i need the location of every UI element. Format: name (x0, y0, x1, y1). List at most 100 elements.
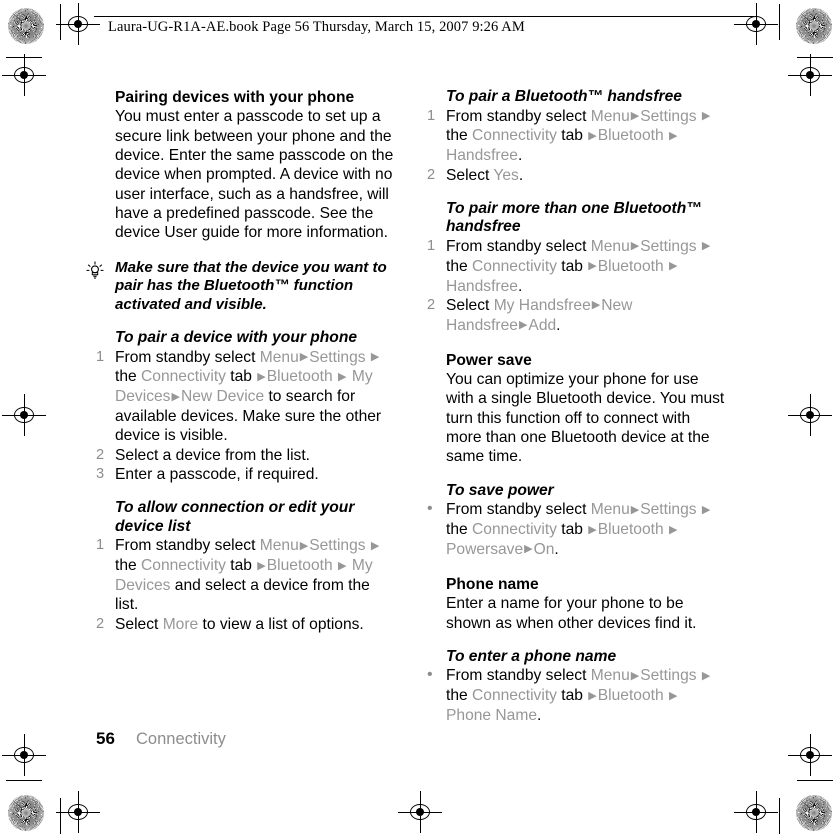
ui-path-term: Connectivity (141, 557, 226, 575)
ui-path-term: Settings (640, 667, 697, 685)
path-arrow-icon: ▶ (669, 523, 678, 536)
ui-path-term: Menu (259, 348, 299, 366)
procedure-step: 3 Enter a passcode, if required. (96, 465, 395, 484)
path-arrow-icon: ▶ (370, 351, 380, 364)
steps-to-allow-connection: 1 From standby select Menu▶Settings ▶ the… (96, 536, 395, 634)
registration-mark-left-upper (2, 54, 46, 96)
step-text: tab (556, 257, 588, 275)
registration-mark-left-lower (2, 734, 46, 776)
step-marker: 1 (427, 107, 436, 124)
steps-to-pair-bt-handsfree: 1 From standby select Menu▶Settings ▶ the… (427, 107, 726, 185)
step-text: tab (556, 521, 588, 539)
ui-path-term: Handsfree (446, 147, 518, 165)
procedure-step: 2 Select More to view a list of options. (96, 615, 395, 634)
registration-mark-top-right (734, 3, 778, 45)
registration-mark-bottom-left (56, 791, 100, 833)
ui-path-term: Bluetooth (266, 368, 333, 386)
ui-path-term: Add (528, 316, 557, 334)
step-text: . (517, 147, 523, 165)
page-number: 56 (96, 729, 115, 748)
body-power-save: You can optimize your phone for use with… (446, 371, 725, 466)
step-text: tab (556, 127, 588, 145)
ui-path-term: Settings (640, 501, 697, 519)
path-arrow-icon: ▶ (257, 370, 266, 383)
registration-mark-right-lower (788, 734, 832, 776)
step-text: the (115, 557, 142, 575)
step-text: tab (225, 368, 257, 386)
heading-to-save-power: To save power (446, 481, 554, 499)
path-arrow-icon: ▶ (299, 351, 309, 364)
step-text: Select (446, 296, 494, 314)
ui-path-term: Menu (590, 501, 630, 519)
procedure-step: • From standby select Menu▶Settings ▶ the… (427, 666, 726, 725)
step-text: tab (225, 557, 257, 575)
path-arrow-icon: ▶ (630, 240, 640, 253)
step-text: to view a list of options. (198, 615, 364, 633)
procedure-step: 1 From standby select Menu▶Settings ▶ the… (427, 237, 726, 296)
steps-to-pair-more-than-one: 1 From standby select Menu▶Settings ▶ the… (427, 237, 726, 336)
path-arrow-icon: ▶ (669, 260, 678, 273)
ui-path-term: Bluetooth (597, 687, 664, 705)
step-text: Select (115, 615, 163, 633)
tip-text: Make sure that the device you want to pa… (115, 258, 387, 313)
registration-mark-bottom-center (398, 791, 442, 833)
ui-path-term: On (533, 540, 555, 558)
ui-path-term: Connectivity (472, 687, 557, 705)
path-arrow-icon: ▶ (257, 559, 266, 572)
path-arrow-icon: ▶ (630, 503, 640, 516)
heading-to-enter-a-phone-name: To enter a phone name (446, 647, 617, 665)
step-marker: 1 (427, 237, 436, 254)
step-text: From standby select (446, 237, 591, 255)
step-text: . (537, 707, 542, 725)
steps-to-pair-a-device: 1 From standby select Menu▶Settings ▶ the… (96, 348, 395, 485)
path-arrow-icon: ▶ (701, 503, 711, 516)
heading-to-allow-connection: To allow connection or edit your device … (115, 499, 355, 535)
registration-mark-right-upper (788, 54, 832, 96)
heading-phone-name: Phone name (446, 575, 539, 593)
ui-path-term: Settings (309, 537, 366, 555)
registration-mark-bottom-right (734, 791, 778, 833)
ui-path-term: Connectivity (472, 127, 557, 145)
step-text: . (554, 540, 559, 558)
ui-path-term: Settings (640, 107, 697, 125)
step-text: tab (556, 687, 588, 705)
ui-path-term: Menu (590, 667, 630, 685)
ui-path-term: Menu (590, 237, 630, 255)
path-arrow-icon: ▶ (669, 129, 678, 142)
procedure-step: 1 From standby select Menu▶Settings ▶ the… (427, 107, 726, 166)
color-bar-starburst-bottom-right (796, 795, 832, 831)
step-marker: 1 (96, 537, 105, 554)
ui-path-term: Powersave (446, 540, 524, 558)
ui-path-term: Settings (640, 237, 697, 255)
crop-line-bottom-right (779, 798, 781, 834)
procedure-step: 2 Select My Handsfree▶New Handsfree▶Add. (427, 296, 726, 336)
registration-mark-top-left (56, 3, 100, 45)
procedure-step: 2 Select a device from the list. (96, 446, 395, 465)
right-column: To pair a Bluetooth™ handsfree 1 From sta… (427, 88, 726, 725)
step-text: the (446, 257, 473, 275)
heading-to-pair-more-than-one: To pair more than one Bluetooth™ handsfr… (446, 199, 702, 236)
step-text: the (446, 127, 473, 145)
lightbulb-icon (85, 261, 105, 283)
step-text: Select (446, 166, 494, 184)
step-marker: 2 (96, 615, 105, 632)
path-arrow-icon: ▶ (669, 689, 678, 702)
procedure-step: 1 From standby select Menu▶Settings ▶ the… (96, 536, 395, 614)
step-text: the (446, 687, 473, 705)
registration-mark-left-middle (2, 394, 46, 436)
ui-path-term: Phone Name (446, 707, 538, 725)
step-text: From standby select (115, 537, 260, 555)
steps-to-save-power: • From standby select Menu▶Settings ▶ the… (427, 500, 726, 560)
procedure-step: 2 Select Yes. (427, 166, 726, 185)
color-bar-starburst-top-left (8, 8, 44, 44)
path-arrow-icon: ▶ (591, 299, 601, 312)
ui-path-term: Connectivity (472, 257, 557, 275)
ui-path-term: New Device (180, 388, 265, 406)
ui-path-term: Connectivity (472, 521, 557, 539)
ui-path-term: Bluetooth (266, 557, 333, 575)
crop-line-top-right (779, 4, 781, 40)
step-text: From standby select (446, 667, 591, 685)
ui-path-term: Settings (309, 348, 366, 366)
path-arrow-icon: ▶ (518, 319, 528, 332)
ui-path-term: Yes (493, 166, 519, 184)
